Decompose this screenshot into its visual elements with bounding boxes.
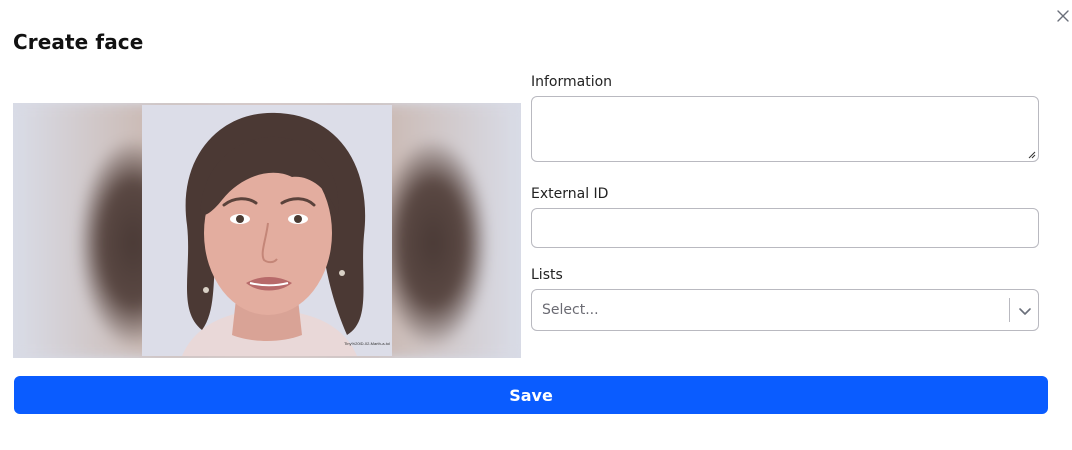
resize-grip-icon[interactable] [1027, 150, 1036, 159]
information-label: Information [531, 74, 613, 90]
external-id-label: External ID [531, 186, 609, 202]
save-button[interactable]: Save [14, 376, 1048, 414]
lists-select-placeholder: Select... [542, 302, 599, 318]
face-photo: Tiny%20ID-02-Marth-a-tol [142, 105, 392, 356]
chevron-down-icon[interactable] [1017, 303, 1033, 319]
information-textarea[interactable] [531, 96, 1039, 162]
lists-label: Lists [531, 267, 563, 283]
face-photo-preview: Tiny%20ID-02-Marth-a-tol [13, 103, 521, 358]
select-divider [1009, 298, 1010, 322]
external-id-input[interactable] [531, 208, 1039, 248]
dialog-title: Create face [13, 30, 144, 54]
photo-watermark: Tiny%20ID-02-Marth-a-tol [344, 341, 390, 346]
close-button[interactable] [1055, 8, 1071, 24]
close-icon [1057, 10, 1069, 22]
lists-select[interactable]: Select... [531, 289, 1039, 331]
